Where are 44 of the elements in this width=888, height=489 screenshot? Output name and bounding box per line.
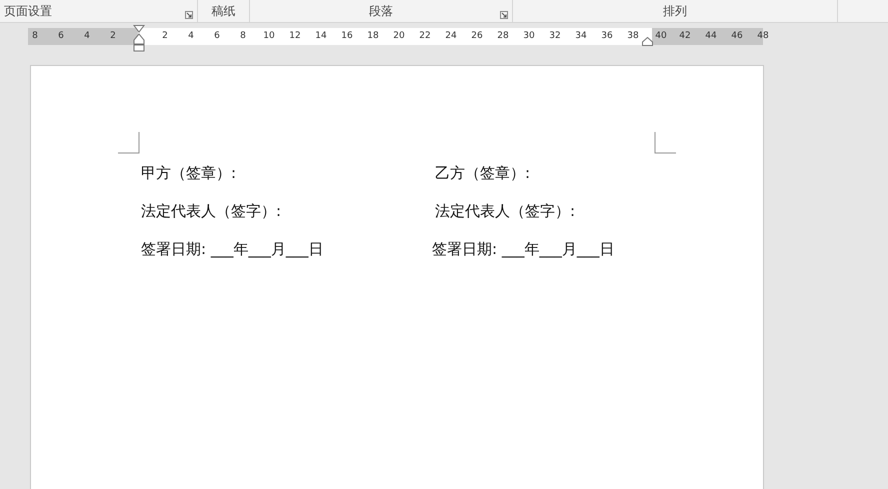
right-indent-marker-icon[interactable] [642,37,653,46]
ruler-number: 34 [575,30,587,43]
margin-corner-mark [654,132,676,154]
ruler-number: 40 [655,30,667,43]
signature-line: 签署日期: ___年___月___日 [141,239,324,260]
dialog-launcher-icon[interactable] [500,11,508,19]
signature-line: 法定代表人（签字）: [435,201,576,222]
ruler-number: 30 [523,30,535,43]
ruler-number: 2 [110,30,116,43]
ruler-number: 32 [549,30,561,43]
dialog-launcher-icon[interactable] [185,11,193,19]
ruler-number: 14 [315,30,327,43]
ruler-number: 16 [341,30,353,43]
signature-line: 甲方（签章）: [141,163,238,184]
signature-line: 签署日期: ___年___月___日 [432,239,616,260]
ribbon-group-label: 稿纸 [212,3,236,20]
ruler-number: 8 [32,30,38,43]
ruler-number: 26 [471,30,483,43]
ruler-number: 18 [367,30,379,43]
signature-line: 法定代表人（签字）: [141,201,282,222]
ruler-number: 42 [679,30,691,43]
ruler-number: 12 [289,30,301,43]
ruler-number: 10 [263,30,275,43]
ruler-number: 38 [627,30,639,43]
ruler-number: 48 [757,30,769,43]
ruler-number: 46 [731,30,743,43]
ruler-number: 28 [497,30,509,43]
ruler-number: 4 [84,30,90,43]
margin-corner-mark [118,132,140,154]
ruler-number: 2 [162,30,168,43]
indent-marker-icon[interactable] [133,25,145,52]
ruler-number: 44 [705,30,717,43]
ruler-number: 8 [240,30,246,43]
ruler-number: 36 [601,30,613,43]
ribbon-group-label: 排列 [663,3,687,20]
ruler-number: 6 [214,30,220,43]
ruler-number: 6 [58,30,64,43]
ruler-number: 20 [393,30,405,43]
signature-line: 乙方（签章）: [435,163,532,184]
ruler-number: 24 [445,30,457,43]
ruler-number: 4 [188,30,194,43]
ribbon-group-label: 页面设置 [3,3,52,20]
ribbon-group-label: 段落 [369,3,393,20]
ruler-number: 22 [419,30,431,43]
